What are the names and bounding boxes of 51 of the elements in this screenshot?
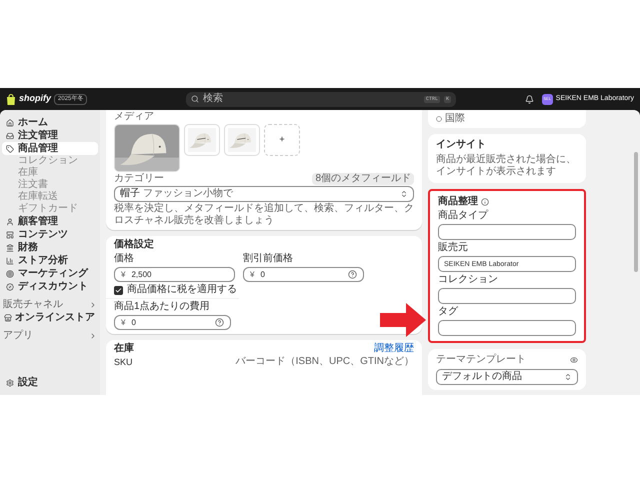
add-media-button[interactable]: +	[264, 124, 300, 156]
category-path: ファッション小物で	[143, 188, 234, 200]
nav-item[interactable]: 顧客管理	[2, 215, 98, 228]
price-value: 0	[131, 316, 137, 328]
section-title: インサイト	[436, 139, 487, 151]
currency-symbol: ¥	[250, 268, 254, 280]
checkbox-label: 商品価格に税を適用する	[127, 284, 237, 296]
nav-item[interactable]: 設定	[2, 376, 98, 389]
field-label: テーマテンプレート	[436, 354, 526, 366]
nav-item[interactable]: ディスカウント	[2, 280, 98, 293]
field-label: 割引前価格	[243, 253, 294, 265]
nav-item[interactable]: 財務	[2, 241, 98, 254]
nav-item[interactable]: コンテンツ	[2, 228, 98, 241]
price-field[interactable]: ¥ 2,500	[114, 267, 235, 282]
category-select[interactable]: 帽子 ファッション小物で	[114, 186, 414, 202]
adjustment-history-link[interactable]: 調整履歴	[374, 343, 414, 355]
section-title: 価格設定	[114, 239, 155, 251]
field-label: 商品タイプ	[438, 210, 490, 222]
field-label: 価格	[114, 253, 135, 265]
nav-item[interactable]: 商品管理	[2, 142, 98, 155]
field-label: バーコード（ISBN、UPC、GTINなど）	[236, 356, 414, 368]
price-value: 0	[260, 268, 266, 280]
field-label: 販売元	[438, 242, 469, 254]
search-placeholder: 検索	[203, 93, 224, 105]
section-heading: アプリ	[3, 330, 33, 342]
help-text: 税率を決定し、メタフィールドを追加して、検索、フィルター、クロスチャネル販売を改善しましょう	[114, 203, 414, 227]
nav-item[interactable]: ホーム	[2, 116, 98, 129]
section-title: 在庫	[114, 343, 134, 355]
price-field[interactable]: ¥ 0	[243, 267, 364, 282]
market-name: 国際	[445, 113, 465, 125]
field-label: カテゴリー	[114, 173, 164, 185]
section-title: メディア	[114, 111, 155, 123]
field-label: コレクション	[438, 274, 499, 286]
section-title: 商品整理	[438, 196, 478, 208]
metafield-badge: 8個のメタフィールド	[312, 173, 414, 185]
category-value: 帽子	[120, 188, 140, 200]
logo: shopify	[19, 92, 52, 106]
currency-symbol: ¥	[121, 316, 126, 328]
section-heading: 販売チャネル	[3, 298, 63, 310]
nav-item[interactable]: オンラインストア	[2, 311, 98, 324]
field-label: SKU	[114, 356, 133, 368]
theme-select[interactable]: デフォルトの商品	[436, 369, 578, 385]
currency-symbol: ¥	[121, 268, 126, 280]
nav-item[interactable]: ストア分析	[2, 254, 98, 267]
price-value: 2,500	[131, 268, 152, 280]
price-field[interactable]: ¥ 0	[114, 315, 231, 330]
nav-item[interactable]: マーケティング	[2, 267, 98, 280]
field-label: タグ	[438, 306, 459, 318]
nav-item[interactable]: 注文管理	[2, 129, 98, 142]
insights-text: 商品が最近販売された場合に、インサイトが表示されます	[436, 154, 577, 178]
field-label: 商品1点あたりの費用	[114, 301, 211, 313]
